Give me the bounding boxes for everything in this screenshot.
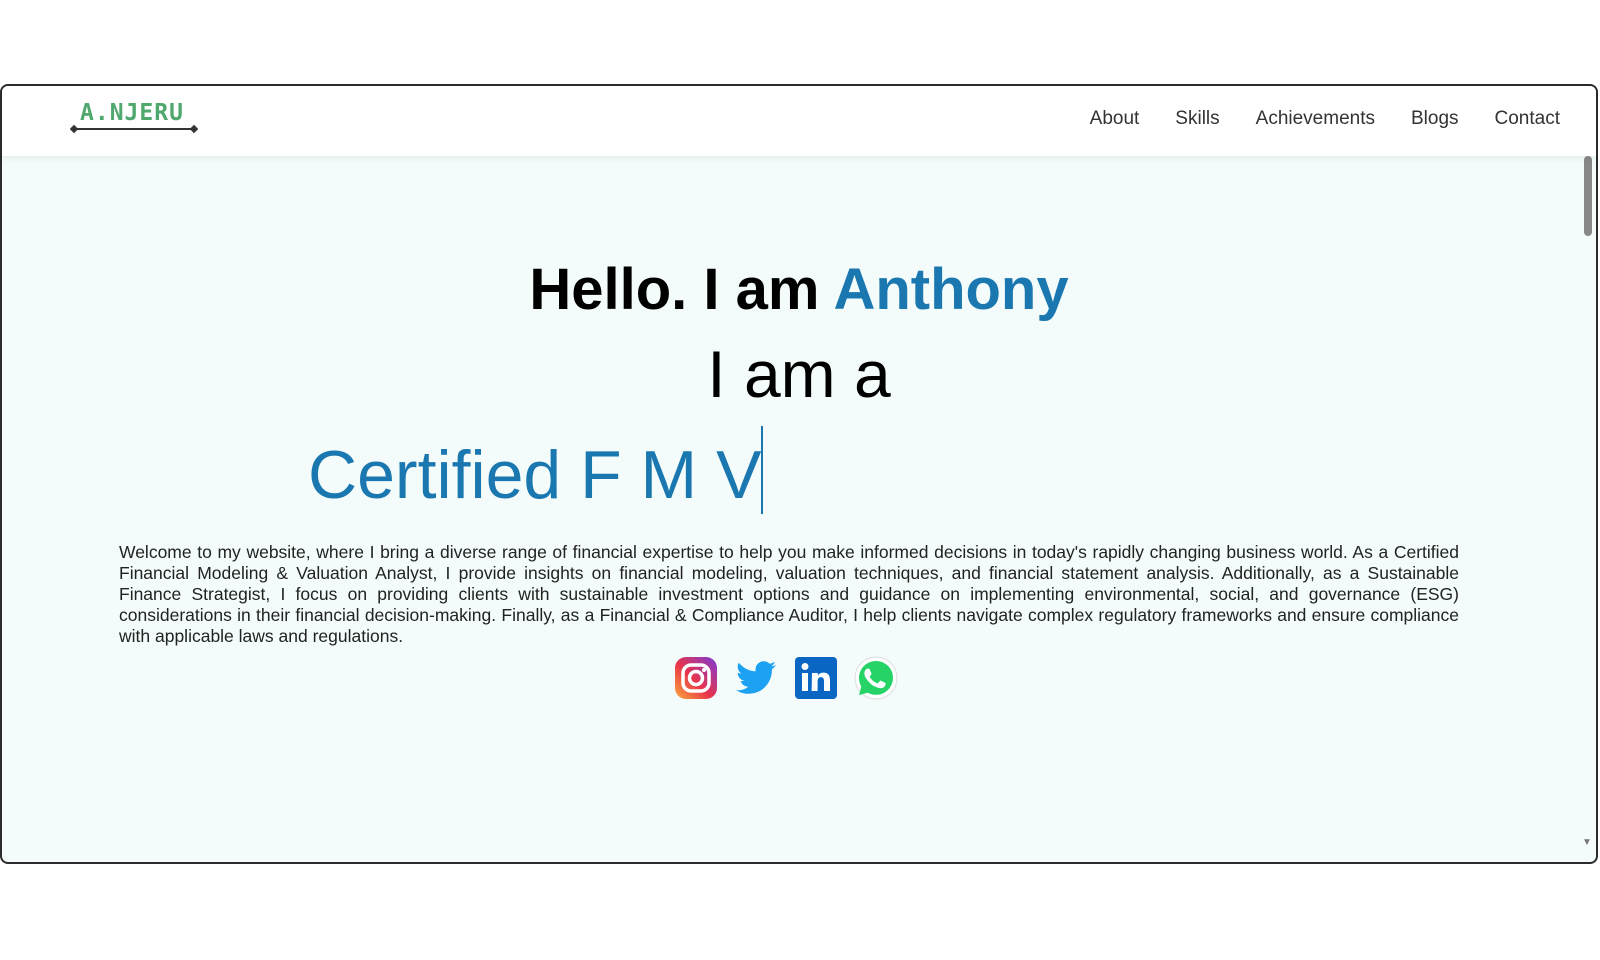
scrollbar-thumb[interactable] [1584, 156, 1592, 236]
scrollbar[interactable]: ▼ [1582, 156, 1592, 856]
navbar: A.NJERU About Skills Achievements Blogs … [2, 86, 1596, 156]
instagram-icon[interactable] [674, 656, 718, 700]
hero-greeting: Hello. I am [529, 257, 820, 322]
logo-text: A.NJERU [80, 100, 184, 126]
nav-skills[interactable]: Skills [1175, 108, 1219, 130]
twitter-icon[interactable] [734, 656, 778, 700]
whatsapp-icon[interactable] [854, 656, 898, 700]
social-links [674, 656, 898, 700]
nav-blogs[interactable]: Blogs [1411, 108, 1459, 130]
typing-text-container: Certified F M V [308, 426, 764, 514]
bio-paragraph: Welcome to my website, where I bring a d… [119, 541, 1459, 646]
nav-about[interactable]: About [1090, 108, 1140, 130]
logo[interactable]: A.NJERU [70, 98, 200, 138]
hero-subtitle: I am a [707, 337, 891, 411]
typing-text: Certified F M V [308, 437, 762, 513]
logo-underline-icon [70, 124, 198, 134]
nav-achievements[interactable]: Achievements [1256, 108, 1375, 130]
main-nav: About Skills Achievements Blogs Contact [1090, 108, 1560, 130]
typing-cursor [761, 426, 764, 514]
hero-title: Hello. I am Anthony [2, 256, 1596, 323]
nav-contact[interactable]: Contact [1495, 108, 1560, 130]
hero-name: Anthony [833, 257, 1069, 322]
scroll-down-arrow-icon[interactable]: ▼ [1582, 837, 1592, 848]
linkedin-icon[interactable] [794, 656, 838, 700]
browser-window: A.NJERU About Skills Achievements Blogs … [0, 84, 1598, 864]
